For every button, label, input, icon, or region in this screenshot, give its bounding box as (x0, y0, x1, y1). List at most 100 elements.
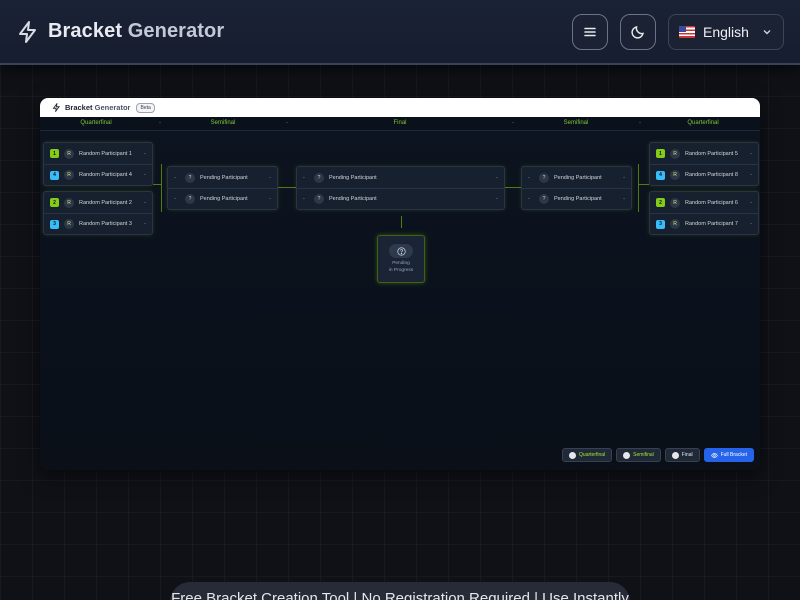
participant-score: - (496, 196, 498, 202)
participant-name: Pending Participant (554, 196, 602, 202)
round-label-quarterfinal-left: Quarterfinal (80, 120, 112, 126)
moon-icon (631, 25, 644, 39)
avatar: ? (539, 194, 549, 204)
seed-placeholder: - (528, 196, 530, 202)
final-filter-button[interactable]: Final (664, 448, 700, 462)
bracket-connector (401, 216, 402, 228)
semifinal-filter-button[interactable]: Semifinal (616, 448, 661, 462)
question-circle-icon (389, 244, 413, 259)
participant-slot[interactable]: - ? Pending Participant - (522, 188, 631, 209)
bracket-view-controls: Quarterfinal Semifinal Final Full Bracke… (562, 448, 754, 462)
participant-score: - (269, 174, 271, 181)
participant-score: - (750, 221, 752, 227)
seed-badge: 3 (656, 219, 665, 229)
avatar: R (670, 197, 680, 208)
participant-slot[interactable]: - ? Pending Participant - (297, 167, 504, 188)
preview-header: Bracket Generator Beta (40, 98, 760, 117)
preview-title: Bracket Generator (65, 103, 131, 112)
seed-badge: 2 (50, 198, 59, 207)
participant-score: - (144, 172, 146, 178)
menu-button[interactable] (572, 13, 608, 50)
language-selector[interactable]: English (668, 13, 784, 50)
participant-name: Random Participant 2 (79, 199, 132, 206)
participant-name: Random Participant 7 (685, 221, 738, 227)
participant-name: Random Participant 6 (685, 199, 738, 206)
participant-slot[interactable]: 2 R Random Participant 2 - (44, 192, 152, 213)
rounds-bar: Quarterfinal - Semifinal - Final - Semif… (40, 117, 760, 131)
participant-score: - (144, 150, 146, 157)
match-quarterfinal-2[interactable]: 2 R Random Participant 2 - 3 R Random Pa… (43, 191, 153, 235)
champion-pending-card: Pending in Progress (377, 235, 425, 283)
participant-slot[interactable]: - ? Pending Participant - (168, 167, 277, 188)
seed-badge: 1 (50, 149, 59, 158)
seed-badge: 3 (50, 219, 59, 229)
participant-name: Random Participant 8 (685, 172, 738, 178)
seed-placeholder: - (174, 196, 176, 202)
participant-slot[interactable]: - ? Pending Participant - (297, 188, 504, 209)
full-bracket-button[interactable]: Full Bracket (703, 448, 754, 462)
participant-name: Pending Participant (554, 174, 602, 181)
match-quarterfinal-4[interactable]: 2 R Random Participant 6 - 3 R Random Pa… (649, 191, 759, 235)
avatar: R (64, 170, 74, 180)
participant-slot[interactable]: 2 R Random Participant 6 - (650, 192, 758, 213)
avatar: R (64, 219, 74, 229)
participant-score: - (750, 172, 752, 178)
participant-slot[interactable]: - ? Pending Participant - (522, 167, 631, 188)
avatar: ? (314, 194, 324, 204)
avatar: ? (185, 194, 195, 204)
avatar: ? (314, 172, 324, 183)
theme-toggle-button[interactable] (620, 13, 656, 50)
participant-score: - (750, 150, 752, 157)
participant-score: - (623, 174, 625, 181)
brand-logo-link[interactable]: Bracket Generator (16, 20, 224, 44)
match-quarterfinal-1[interactable]: 1 R Random Participant 1 - 4 R Random Pa… (43, 142, 153, 186)
avatar: R (64, 197, 74, 208)
participant-slot[interactable]: 3 R Random Participant 3 - (44, 213, 152, 234)
bracket-connector (638, 164, 639, 212)
round-label-final: Final (393, 120, 407, 126)
participant-slot[interactable]: 4 R Random Participant 4 - (44, 164, 152, 185)
match-final[interactable]: - ? Pending Participant - - ? Pending Pa… (296, 166, 505, 210)
top-navigation-bar: Bracket Generator English (0, 0, 800, 65)
pending-status: Pending in Progress (388, 261, 414, 273)
participant-name: Random Participant 4 (79, 172, 132, 178)
participant-slot[interactable]: 1 R Random Participant 1 - (44, 143, 152, 164)
participant-slot[interactable]: 1 R Random Participant 5 - (650, 143, 758, 164)
round-separator: - (639, 120, 641, 126)
participant-name: Pending Participant (200, 196, 248, 202)
participant-slot[interactable]: - ? Pending Participant - (168, 188, 277, 209)
participant-score: - (144, 221, 146, 227)
us-flag-icon (679, 25, 695, 38)
participant-name: Random Participant 3 (79, 221, 132, 227)
quarterfinal-filter-button[interactable]: Quarterfinal (562, 448, 613, 462)
chevron-down-icon (763, 29, 771, 34)
match-semifinal-left[interactable]: - ? Pending Participant - - ? Pending Pa… (167, 166, 278, 210)
round-separator: - (159, 120, 161, 126)
participant-name: Random Participant 5 (685, 150, 738, 157)
round-separator: - (512, 120, 514, 126)
lightning-icon (19, 20, 36, 43)
menu-icon (584, 27, 596, 36)
beta-badge: Beta (136, 102, 155, 113)
eye-icon (710, 452, 718, 458)
seed-badge: 4 (50, 170, 59, 180)
round-label-semifinal-right: Semifinal (563, 120, 589, 126)
match-quarterfinal-3[interactable]: 1 R Random Participant 5 - 4 R Random Pa… (649, 142, 759, 186)
participant-score: - (144, 199, 146, 206)
match-semifinal-right[interactable]: - ? Pending Participant - - ? Pending Pa… (521, 166, 632, 210)
participant-name: Pending Participant (329, 196, 377, 202)
seed-badge: 1 (656, 149, 665, 158)
participant-slot[interactable]: 3 R Random Participant 7 - (650, 213, 758, 234)
language-label: English (703, 23, 749, 40)
seed-placeholder: - (174, 174, 176, 181)
bracket-preview: Bracket Generator Beta Quarterfinal - Se… (40, 98, 760, 470)
avatar: ? (539, 172, 549, 183)
seed-badge: 2 (656, 198, 665, 207)
participant-slot[interactable]: 4 R Random Participant 8 - (650, 164, 758, 185)
round-label-semifinal-left: Semifinal (210, 120, 236, 126)
circle-icon (623, 451, 631, 459)
bracket-connector (638, 184, 649, 185)
participant-score: - (496, 174, 498, 181)
lightning-icon (52, 103, 61, 112)
avatar: R (670, 148, 680, 159)
